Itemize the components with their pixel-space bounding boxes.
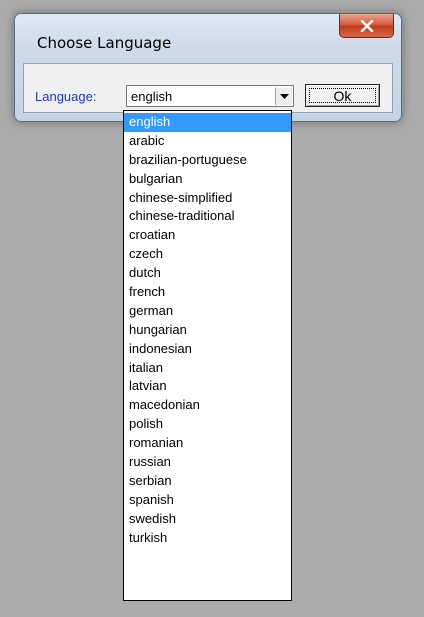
language-select-arrow-button[interactable]: [275, 87, 292, 105]
language-option[interactable]: serbian: [124, 472, 291, 491]
language-option[interactable]: bulgarian: [124, 170, 291, 189]
language-option[interactable]: russian: [124, 453, 291, 472]
language-option[interactable]: czech: [124, 245, 291, 264]
focus-ring: [309, 88, 376, 103]
language-option[interactable]: brazilian-portuguese: [124, 151, 291, 170]
language-label: Language:: [35, 89, 97, 104]
language-dropdown-list[interactable]: english arabic brazilian-portuguese bulg…: [123, 110, 292, 601]
ok-button[interactable]: Ok: [305, 84, 380, 107]
dialog-title: Choose Language: [37, 34, 172, 52]
language-option[interactable]: swedish: [124, 510, 291, 529]
language-option[interactable]: arabic: [124, 132, 291, 151]
language-option[interactable]: french: [124, 283, 291, 302]
language-option[interactable]: hungarian: [124, 321, 291, 340]
language-option[interactable]: english: [124, 113, 291, 132]
language-option[interactable]: romanian: [124, 434, 291, 453]
language-option[interactable]: german: [124, 302, 291, 321]
language-option[interactable]: croatian: [124, 226, 291, 245]
language-option[interactable]: chinese-simplified: [124, 189, 291, 208]
language-option[interactable]: macedonian: [124, 396, 291, 415]
choose-language-dialog: Choose Language Language: english Ok: [14, 13, 402, 122]
language-select-value: english: [131, 89, 173, 104]
language-option[interactable]: indonesian: [124, 340, 291, 359]
language-option[interactable]: polish: [124, 415, 291, 434]
language-option[interactable]: spanish: [124, 491, 291, 510]
language-select[interactable]: english: [126, 85, 294, 107]
language-option[interactable]: dutch: [124, 264, 291, 283]
language-option[interactable]: latvian: [124, 377, 291, 396]
language-option[interactable]: italian: [124, 359, 291, 378]
chevron-down-icon: [279, 93, 289, 99]
language-option[interactable]: chinese-traditional: [124, 207, 291, 226]
dialog-content: Language: english Ok: [23, 63, 393, 113]
close-icon: [360, 19, 373, 32]
close-button[interactable]: [339, 14, 394, 38]
language-option[interactable]: turkish: [124, 529, 291, 548]
